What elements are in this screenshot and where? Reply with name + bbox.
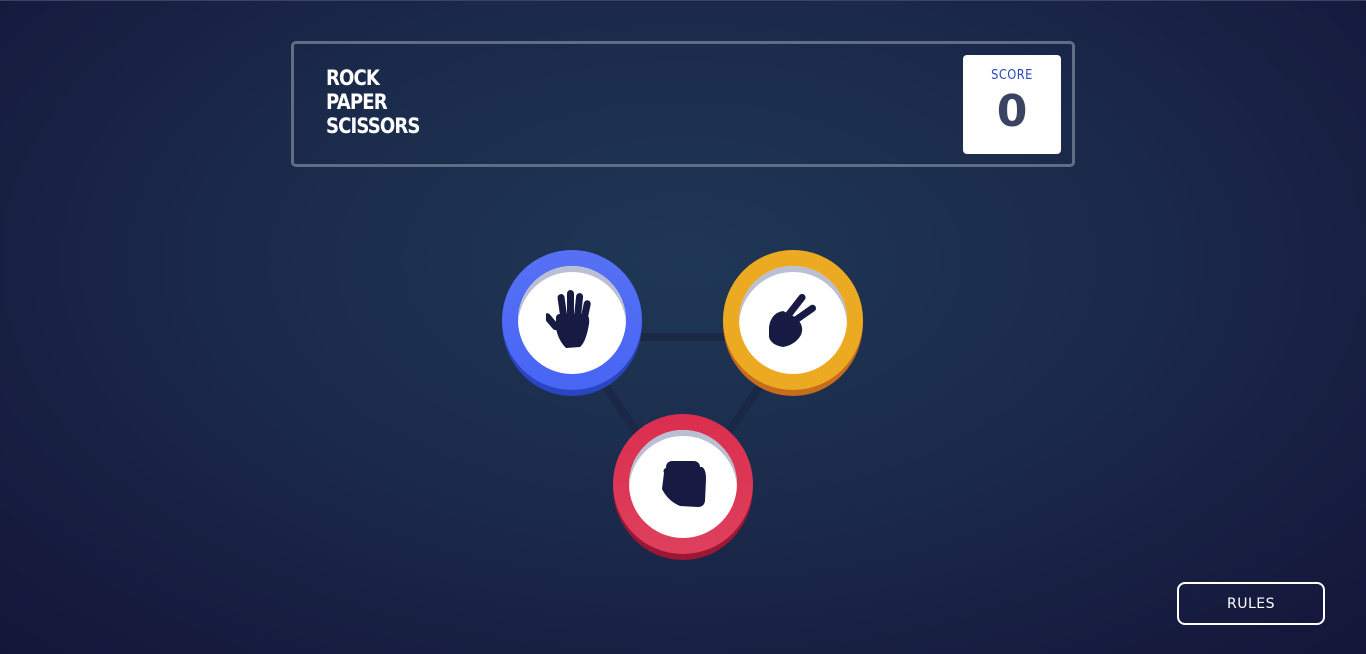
rules-button[interactable]: RULES	[1177, 582, 1325, 625]
paper-hand-icon	[546, 290, 591, 348]
rock-button[interactable]	[613, 414, 753, 560]
paper-button[interactable]	[502, 250, 642, 396]
scissors-button[interactable]	[723, 250, 863, 396]
scissors-hand-icon	[769, 293, 817, 347]
rock-fist-icon	[662, 461, 706, 507]
